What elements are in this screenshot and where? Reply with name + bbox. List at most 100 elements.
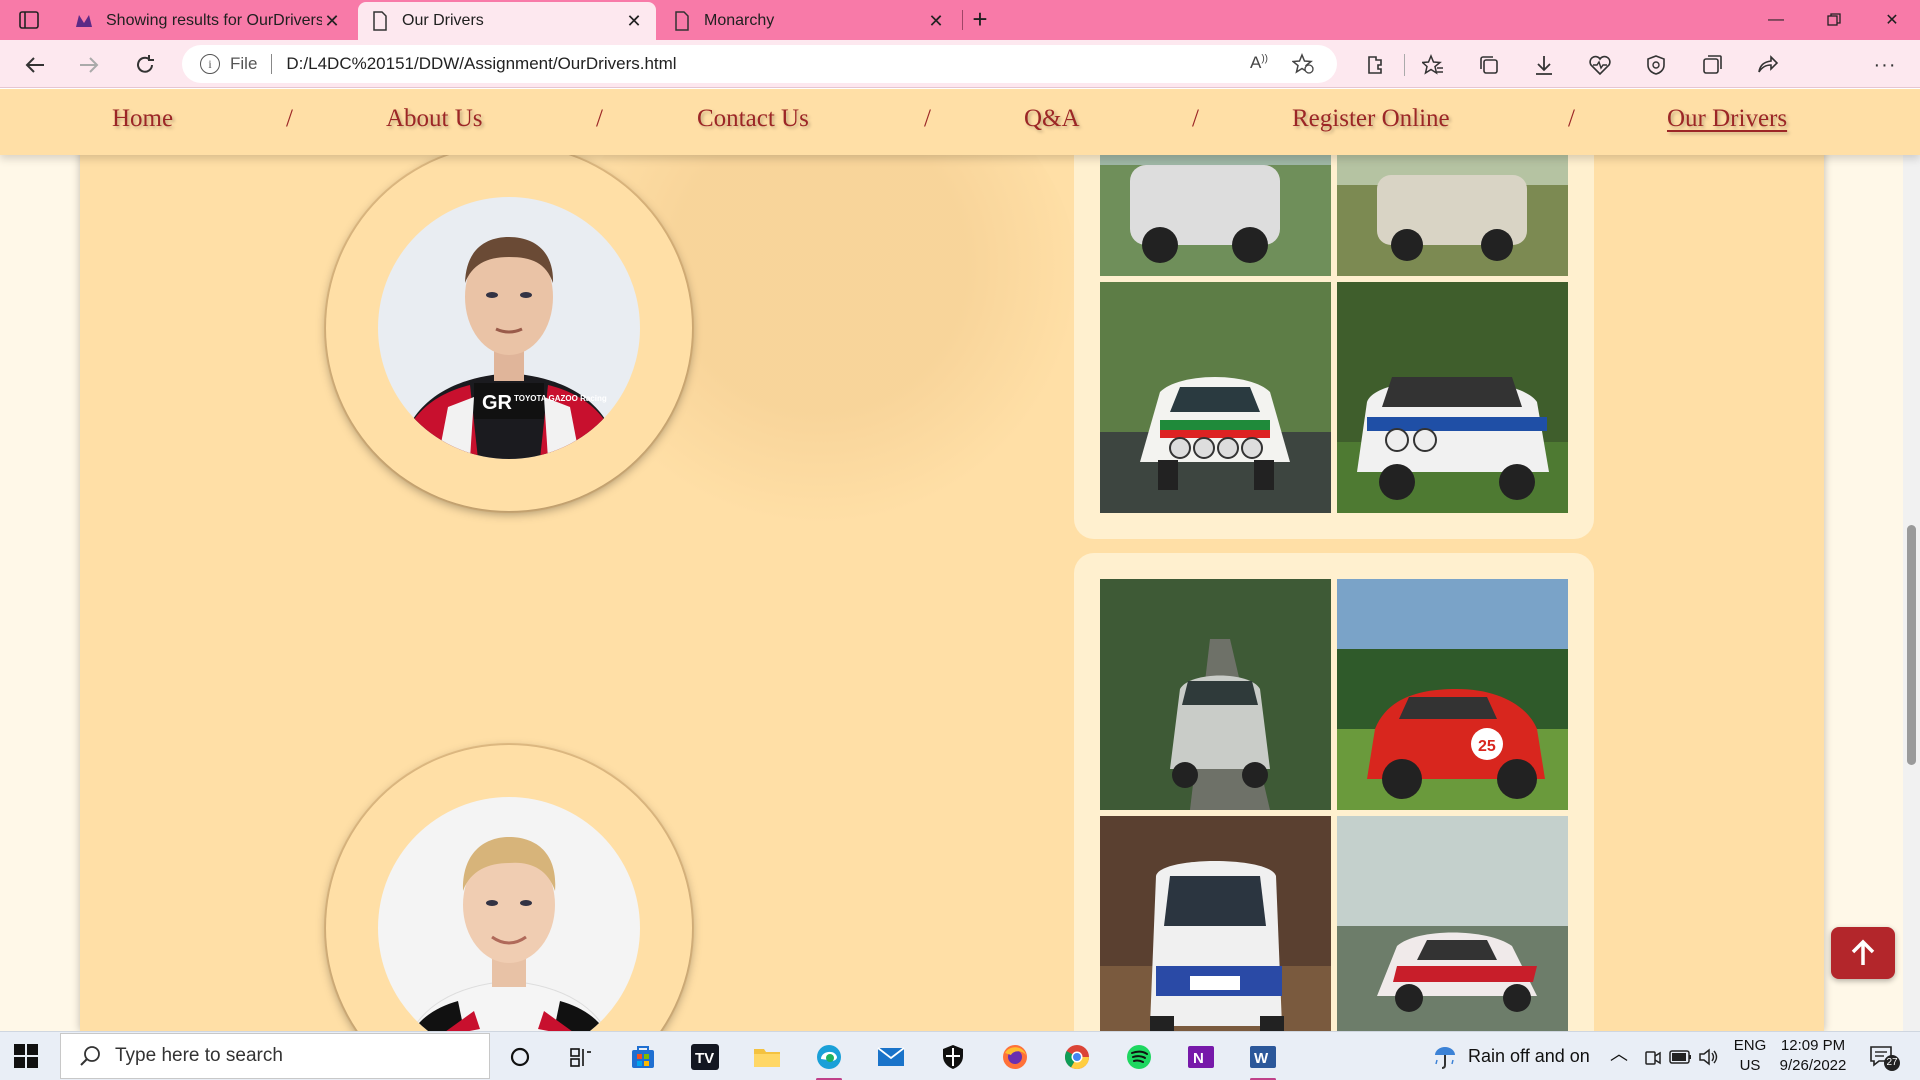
address-toolbar: i File D:/L4DC%20151/DDW/Assignment/OurD… xyxy=(0,40,1920,119)
mail-icon[interactable] xyxy=(874,1040,908,1074)
browser-essentials-icon[interactable] xyxy=(1587,52,1613,78)
search-icon xyxy=(80,1046,100,1066)
word-icon[interactable]: W xyxy=(1246,1040,1280,1080)
windows-start-icon[interactable] xyxy=(14,1044,38,1068)
refresh-button[interactable] xyxy=(130,50,160,80)
page-scrollbar-thumb[interactable] xyxy=(1907,525,1916,765)
nav-home[interactable]: Home xyxy=(112,105,173,133)
forward-button[interactable] xyxy=(74,50,104,80)
tab-title: Showing results for OurDrivers.h xyxy=(106,12,322,29)
close-window-button[interactable]: ✕ xyxy=(1864,0,1920,40)
svg-text:W: W xyxy=(1254,1050,1269,1067)
car-photo[interactable] xyxy=(1337,282,1568,513)
language-indicator[interactable]: ENG US xyxy=(1730,1036,1770,1076)
scheme-label: File xyxy=(230,54,258,73)
collections-icon[interactable] xyxy=(1476,52,1502,78)
arrow-up-icon xyxy=(1851,939,1875,965)
car-photo[interactable]: 25 xyxy=(1337,579,1568,810)
tab-monarchy[interactable]: Monarchy ✕ xyxy=(660,2,958,40)
car-photo[interactable] xyxy=(1100,816,1331,1031)
nav-qa[interactable]: Q&A xyxy=(1024,105,1080,133)
minimize-button[interactable]: — xyxy=(1748,0,1804,40)
clock-time: 12:09 PM xyxy=(1780,1037,1846,1054)
share-icon[interactable] xyxy=(1755,52,1781,78)
tab-separator xyxy=(962,10,963,30)
volume-icon[interactable] xyxy=(1692,1040,1726,1074)
car-photo[interactable] xyxy=(1337,816,1568,1031)
notifications-icon[interactable]: 27 xyxy=(1866,1040,1900,1074)
url-text[interactable]: D:/L4DC%20151/DDW/Assignment/OurDrivers.… xyxy=(286,54,676,74)
close-icon[interactable]: ✕ xyxy=(624,11,644,32)
onenote-icon[interactable]: N xyxy=(1184,1040,1218,1074)
clock-date: 9/26/2022 xyxy=(1779,1057,1847,1074)
extensions-icon[interactable] xyxy=(1362,52,1388,78)
restore-button[interactable] xyxy=(1806,0,1862,40)
downloads-icon[interactable] xyxy=(1531,52,1557,78)
tab-strip: Showing results for OurDrivers.h ✕ Our D… xyxy=(0,0,1920,40)
close-icon[interactable]: ✕ xyxy=(322,11,342,32)
svg-text:25: 25 xyxy=(1478,738,1496,755)
security-icon[interactable] xyxy=(1643,52,1669,78)
info-icon[interactable]: i xyxy=(200,54,220,74)
driver-1-portrait: GR TOYOTA GAZOO Racing xyxy=(378,197,640,459)
nav-separator: / xyxy=(924,105,931,132)
web-page: Home / About Us / Contact Us / Q&A / Reg… xyxy=(0,89,1920,1031)
monarchy-logo-icon xyxy=(74,11,94,31)
svg-text:TV: TV xyxy=(695,1050,714,1067)
windows-taskbar: Type here to search TV N W Rain off and … xyxy=(0,1031,1920,1080)
nav-separator: / xyxy=(1192,105,1199,132)
tab-our-drivers[interactable]: Our Drivers ✕ xyxy=(358,2,656,40)
driver-2-car-gallery: 25 xyxy=(1074,553,1594,1031)
svg-text:N: N xyxy=(1193,1050,1204,1067)
cortana-icon[interactable] xyxy=(503,1040,537,1074)
screenshot-icon[interactable] xyxy=(1699,52,1725,78)
tab-title: Monarchy xyxy=(704,12,775,29)
driver-2-portrait xyxy=(378,797,640,1031)
new-tab-button[interactable]: + xyxy=(966,6,994,34)
clock[interactable]: 12:09 PM 9/26/2022 xyxy=(1774,1036,1852,1076)
driver-1-portrait-frame: GR TOYOTA GAZOO Racing xyxy=(326,145,692,511)
suit-sponsor-text: TOYOTA GAZOO Racing xyxy=(514,394,607,403)
region-code: US xyxy=(1739,1057,1761,1074)
weather-text[interactable]: Rain off and on xyxy=(1468,1046,1590,1066)
read-aloud-icon[interactable]: A)) xyxy=(1250,53,1268,73)
toolbar-divider xyxy=(1404,54,1405,76)
firefox-icon[interactable] xyxy=(998,1040,1032,1074)
nav-our-drivers[interactable]: Our Drivers xyxy=(1667,105,1787,133)
tab-title: Our Drivers xyxy=(402,12,484,29)
taskbar-search-input[interactable]: Type here to search xyxy=(60,1033,490,1079)
close-icon[interactable]: ✕ xyxy=(926,11,946,32)
nav-about-us[interactable]: About Us xyxy=(386,105,483,133)
favorites-icon[interactable] xyxy=(1420,52,1446,78)
chevron-up-icon[interactable]: ︿ xyxy=(1610,1044,1628,1064)
back-to-top-button[interactable] xyxy=(1831,927,1895,979)
edge-browser-icon[interactable] xyxy=(812,1040,846,1080)
page-icon xyxy=(672,11,692,31)
language-code: ENG xyxy=(1733,1037,1767,1054)
tab-search-results[interactable]: Showing results for OurDrivers.h ✕ xyxy=(62,2,354,40)
notification-count-badge: 27 xyxy=(1884,1055,1900,1071)
microsoft-store-icon[interactable] xyxy=(626,1040,660,1074)
nav-separator: / xyxy=(286,105,293,132)
spotify-icon[interactable] xyxy=(1122,1040,1156,1074)
chrome-icon[interactable] xyxy=(1060,1040,1094,1074)
task-view-icon[interactable] xyxy=(564,1040,598,1074)
search-placeholder: Type here to search xyxy=(115,1045,283,1066)
page-icon xyxy=(370,11,390,31)
car-photo[interactable] xyxy=(1100,282,1331,513)
car-photo[interactable] xyxy=(1100,579,1331,810)
weather-rain-icon[interactable] xyxy=(1428,1040,1462,1074)
nav-register-online[interactable]: Register Online xyxy=(1292,105,1450,133)
nav-separator: / xyxy=(1568,105,1575,132)
nav-separator: / xyxy=(596,105,603,132)
file-explorer-icon[interactable] xyxy=(750,1040,784,1074)
defender-icon[interactable] xyxy=(936,1040,970,1074)
more-icon[interactable]: ··· xyxy=(1872,52,1898,78)
nav-contact-us[interactable]: Contact Us xyxy=(697,105,809,133)
back-button[interactable] xyxy=(20,50,50,80)
driver-1-car-gallery xyxy=(1074,89,1594,539)
tab-actions-icon[interactable] xyxy=(18,9,40,31)
tradingview-icon[interactable]: TV xyxy=(688,1040,722,1074)
address-bar[interactable]: i File D:/L4DC%20151/DDW/Assignment/OurD… xyxy=(182,45,1337,83)
add-favorite-icon[interactable] xyxy=(1291,53,1314,80)
